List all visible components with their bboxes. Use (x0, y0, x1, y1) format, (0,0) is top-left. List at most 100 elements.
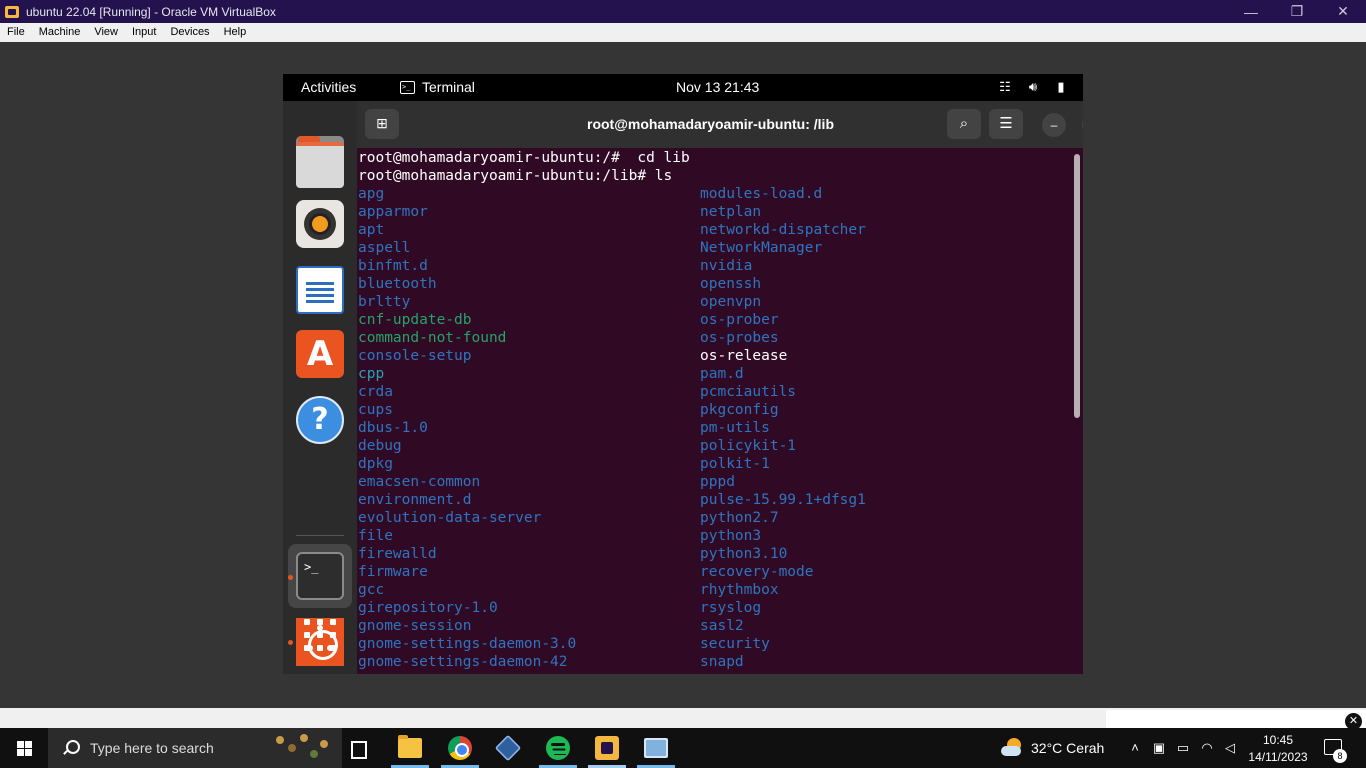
top-bar-clock[interactable]: Nov 13 21:43 (676, 79, 759, 95)
ls-entry: pulse-15.99.1+dfsg1 (700, 492, 866, 508)
ls-entry: pkgconfig (700, 402, 779, 418)
meet-now-icon[interactable]: ▣ (1150, 739, 1168, 757)
spotify-icon[interactable] (546, 736, 570, 760)
ls-entry: recovery-mode (700, 564, 814, 580)
window-title: ubuntu 22.04 [Running] - Oracle VM Virtu… (26, 4, 276, 19)
ls-entry: os-prober (700, 312, 779, 328)
ls-entry: gcc (358, 582, 385, 598)
hamburger-menu-button[interactable]: ☰ (989, 109, 1023, 139)
search-button[interactable]: ⌕ (947, 109, 981, 139)
ls-entry: openvpn (700, 294, 762, 310)
ls-entry: apg (358, 186, 385, 202)
task-view-icon[interactable] (348, 736, 372, 760)
ls-entry: pcmciautils (700, 384, 797, 400)
terminal-icon: >_ (400, 80, 415, 94)
virtualbox-titlebar: ubuntu 22.04 [Running] - Oracle VM Virtu… (0, 0, 1366, 23)
ls-entry: command-not-found (358, 330, 507, 346)
app-menu[interactable]: >_ Terminal (400, 79, 475, 95)
ls-entry: nvidia (700, 258, 753, 274)
wifi-icon[interactable]: ◠ (1198, 739, 1216, 757)
taskbar-date[interactable]: 14/11/2023 (1247, 750, 1309, 764)
ls-entry: os-probes (700, 330, 779, 346)
ls-entry: NetworkManager (700, 240, 823, 256)
terminal-icon[interactable]: >_ (296, 552, 344, 600)
battery-icon[interactable]: ▭ (1174, 739, 1192, 757)
restore-button[interactable]: ❐ (1274, 0, 1320, 23)
menu-file[interactable]: File (0, 23, 32, 42)
ls-entry: python2.7 (700, 510, 779, 526)
volume-icon: 🔊︎ (1028, 79, 1038, 94)
ls-entry: security (700, 636, 770, 652)
weather-text[interactable]: 32°C Cerah (1031, 740, 1104, 756)
ls-entry: girepository-1.0 (358, 600, 498, 616)
ls-entry: file (358, 528, 393, 544)
ls-entry: cpp (358, 366, 385, 382)
files-icon[interactable] (296, 136, 344, 188)
ls-entry: bluetooth (358, 276, 437, 292)
ls-entry: emacsen-common (358, 474, 481, 490)
ls-entry: firmware (358, 564, 428, 580)
rhythmbox-icon[interactable] (296, 200, 344, 248)
ls-entry: apparmor (358, 204, 428, 220)
chrome-icon[interactable] (448, 736, 472, 760)
gnome-top-bar: Activities >_ Terminal Nov 13 21:43 ☷ 🔊︎… (283, 74, 1083, 101)
system-tray[interactable]: ☷ 🔊︎ ▮ (997, 79, 1069, 95)
menu-input[interactable]: Input (125, 23, 163, 42)
ls-entry: netplan (700, 204, 762, 220)
ls-entry: os-release (700, 348, 788, 364)
photos-icon[interactable] (644, 738, 668, 758)
search-highlight-icon (274, 732, 332, 764)
taskbar-time[interactable]: 10:45 (1249, 733, 1307, 747)
running-indicator (288, 575, 293, 580)
menu-help[interactable]: Help (217, 23, 254, 42)
terminal-maximize-button[interactable]: □ (1082, 113, 1083, 137)
command-line: root@mohamadaryoamir-ubuntu:/# cd lib (358, 150, 690, 166)
ls-entry: environment.d (358, 492, 472, 508)
command-line: root@mohamadaryoamir-ubuntu:/lib# ls (358, 168, 673, 184)
menu-view[interactable]: View (87, 23, 125, 42)
ls-entry: gnome-settings-daemon-3.0 (358, 636, 577, 652)
ubuntu-software-icon[interactable] (296, 330, 344, 378)
ls-entry: sasl2 (700, 618, 744, 634)
notification-count-badge: 8 (1333, 749, 1347, 763)
ls-entry: console-setup (358, 348, 472, 364)
libreoffice-writer-icon[interactable] (296, 266, 344, 314)
dock-separator (296, 535, 344, 536)
terminal-minimize-button[interactable]: – (1042, 113, 1066, 137)
virtualbox-vm-icon[interactable] (595, 736, 619, 760)
virtualbox-menubar: File Machine View Input Devices Help (0, 23, 1366, 42)
ls-entry: gnome-session (358, 618, 472, 634)
ls-entry: aspell (358, 240, 411, 256)
terminal-headerbar: ⊞ root@mohamadaryoamir-ubuntu: /lib ⌕ ☰ … (357, 101, 1083, 148)
menu-devices[interactable]: Devices (163, 23, 216, 42)
ls-entry: dbus-1.0 (358, 420, 428, 436)
virtualbox-app-icon (4, 4, 20, 20)
virtualbox-icon[interactable] (494, 734, 522, 762)
activities-button[interactable]: Activities (301, 79, 356, 95)
ls-entry: apt (358, 222, 385, 238)
notification-strip (1106, 710, 1366, 728)
weather-icon[interactable] (1001, 738, 1023, 758)
guest-screen[interactable]: Activities >_ Terminal Nov 13 21:43 ☷ 🔊︎… (283, 74, 1083, 674)
show-apps-icon[interactable] (296, 613, 344, 661)
ls-entry: rhythmbox (700, 582, 779, 598)
help-icon[interactable] (296, 396, 344, 444)
terminal-output[interactable]: root@mohamadaryoamir-ubuntu:/# cd lib ro… (357, 148, 1083, 674)
start-button[interactable] (0, 728, 48, 768)
new-tab-button[interactable]: ⊞ (365, 109, 399, 139)
chevron-up-icon[interactable]: ˄ (1126, 739, 1144, 757)
ls-entry: openssh (700, 276, 762, 292)
minimize-button[interactable]: — (1228, 0, 1274, 23)
ls-entry: gnome-settings-daemon-42 (358, 654, 568, 670)
terminal-scrollbar[interactable] (1074, 154, 1080, 418)
menu-machine[interactable]: Machine (32, 23, 88, 42)
ls-entry: modules-load.d (700, 186, 823, 202)
battery-icon: ▮ (1057, 79, 1065, 94)
ls-entry: evolution-data-server (358, 510, 542, 526)
ls-entry: python3.10 (700, 546, 788, 562)
ubuntu-dock: >_ (283, 101, 357, 674)
file-explorer-icon[interactable] (398, 735, 422, 758)
speaker-icon[interactable]: ◁ (1221, 739, 1239, 757)
taskbar-search[interactable]: Type here to search (48, 728, 342, 768)
close-button[interactable]: ✕ (1320, 0, 1366, 23)
